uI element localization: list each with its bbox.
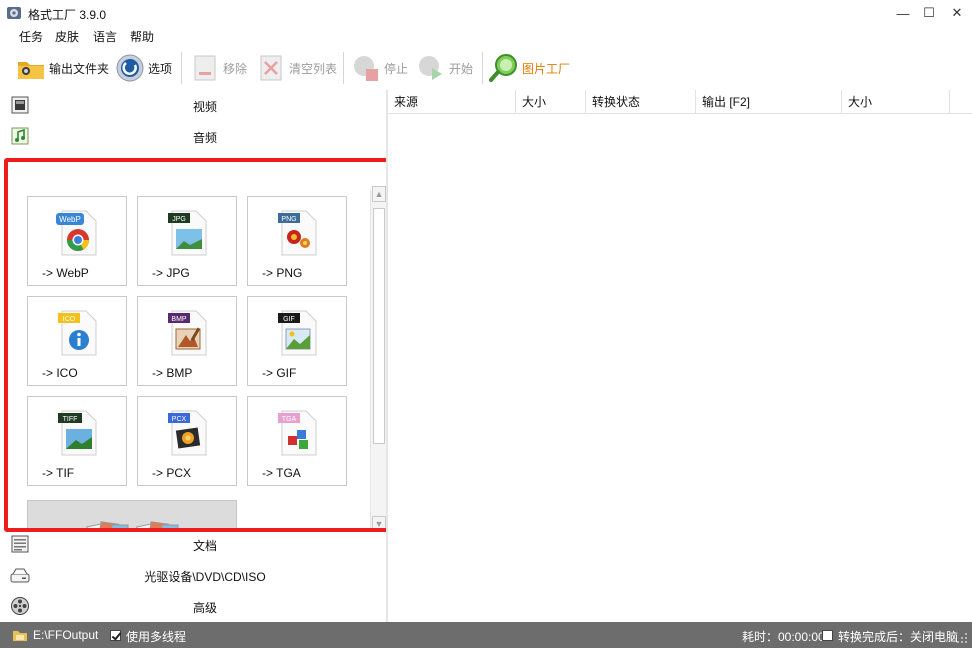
tile-badge: PNG — [281, 216, 296, 223]
convert-to-tif-tile[interactable]: TIFF -> TIF — [27, 396, 127, 486]
toolbar-separator — [343, 52, 344, 84]
tile-label: -> WebP — [42, 266, 89, 280]
column-source[interactable]: 来源 — [388, 90, 516, 114]
start-icon — [419, 56, 442, 80]
toolbar-separator — [181, 52, 182, 84]
gif-file-icon: GIF — [278, 310, 317, 356]
tile-label: -> BMP — [152, 366, 193, 380]
column-output[interactable]: 输出 [F2] — [696, 90, 842, 114]
tile-badge: WebP — [59, 215, 81, 224]
stop-button[interactable]: 停止 — [351, 50, 408, 86]
conversion-tiles: WebP -> WebP JPG -> JPG PNG -> PNG ICO -… — [8, 162, 368, 528]
tile-badge: ICO — [63, 316, 76, 323]
convert-to-png-tile[interactable]: PNG -> PNG — [247, 196, 347, 286]
clear-list-button[interactable]: 清空列表 — [256, 50, 337, 86]
start-button[interactable]: 开始 — [416, 50, 473, 86]
column-size[interactable]: 大小 — [516, 90, 586, 114]
convert-to-tga-tile[interactable]: TGA -> TGA — [247, 396, 347, 486]
pcx-file-icon: PCX — [168, 410, 207, 456]
column-convert-status[interactable]: 转换状态 — [586, 90, 696, 114]
tiles-scrollbar[interactable]: ▲ ▼ — [370, 186, 386, 528]
convert-to-jpg-tile[interactable]: JPG -> JPG — [137, 196, 237, 286]
options-gear-icon — [116, 54, 144, 82]
jpg-file-icon: JPG — [168, 210, 207, 256]
multithread-label: 使用多线程 — [126, 630, 187, 644]
convert-to-ico-tile[interactable]: ICO -> ICO — [27, 296, 127, 386]
convert-to-bmp-tile[interactable]: BMP -> BMP — [137, 296, 237, 386]
menu-skin[interactable]: 皮肤 — [55, 28, 79, 45]
stop-icon — [354, 56, 378, 81]
format-factory-app-icon — [7, 7, 21, 19]
menu-language[interactable]: 语言 — [93, 28, 117, 45]
multithread-checkbox[interactable] — [110, 630, 121, 641]
tile-label: -> TGA — [262, 466, 301, 480]
category-optical-drive[interactable]: 光驱设备\DVD\CD\ISO — [0, 560, 386, 590]
webp-file-icon: WebP — [56, 210, 97, 256]
category-panel: 视频 音频 图片 WebP — [0, 90, 398, 622]
elapsed-time: 耗时：00:00:00 — [742, 630, 825, 644]
output-path[interactable]: E:\FFOutput — [33, 628, 98, 642]
scroll-up-arrow[interactable]: ▲ — [372, 186, 386, 202]
folder-icon — [18, 62, 44, 79]
tile-badge: PCX — [172, 416, 187, 423]
output-folder-button[interactable]: 输出文件夹 — [16, 50, 109, 86]
menu-bar: 任务 皮肤 语言 帮助 — [0, 26, 972, 46]
picture-conversion-panel: WebP -> WebP JPG -> JPG PNG -> PNG ICO -… — [4, 158, 398, 532]
tile-badge: TIFF — [63, 416, 78, 423]
category-document[interactable]: 文档 — [0, 529, 386, 559]
picture-batch-tile[interactable] — [27, 500, 237, 528]
convert-to-pcx-tile[interactable]: PCX -> PCX — [137, 396, 237, 486]
title-bar: 格式工厂 3.9.0 — ☐ ✕ — [0, 0, 972, 26]
tga-file-icon: TGA — [278, 410, 317, 456]
convert-to-webp-tile[interactable]: WebP -> WebP — [27, 196, 127, 286]
tile-label: -> TIF — [42, 466, 75, 480]
tile-label: -> PNG — [262, 266, 303, 280]
scroll-thumb[interactable] — [373, 208, 385, 444]
task-list[interactable]: 来源 大小 转换状态 输出 [F2] 大小 — [388, 90, 972, 622]
bmp-file-icon: BMP — [168, 310, 207, 356]
png-file-icon: PNG — [278, 210, 317, 256]
clear-list-icon — [260, 55, 282, 81]
options-button[interactable]: 选项 — [115, 50, 172, 86]
tile-badge: TGA — [282, 416, 297, 423]
column-output-size[interactable]: 大小 — [842, 90, 950, 114]
window-title: 格式工厂 3.9.0 — [28, 8, 107, 22]
shutdown-after-checkbox[interactable] — [822, 630, 833, 641]
close-button[interactable]: ✕ — [940, 0, 972, 26]
status-bar: E:\FFOutput 使用多线程 耗时：00:00:00 转换完成后：关闭电脑 — [0, 622, 972, 648]
picture-factory-button[interactable]: 图片工厂 — [489, 50, 570, 86]
resize-grip-icon[interactable] — [956, 632, 968, 644]
convert-to-gif-tile[interactable]: GIF -> GIF — [247, 296, 347, 386]
magnifier-icon — [489, 54, 517, 82]
menu-help[interactable]: 帮助 — [130, 28, 154, 45]
shutdown-after-label: 转换完成后：关闭电脑 — [838, 630, 959, 644]
ico-file-icon: ICO — [58, 310, 97, 356]
tile-label: -> PCX — [152, 466, 192, 480]
remove-button[interactable]: 移除 — [190, 50, 247, 86]
tile-label: -> JPG — [152, 266, 190, 280]
toolbar-separator — [482, 52, 483, 84]
category-audio[interactable]: 音频 — [0, 121, 386, 151]
category-advanced[interactable]: 高级 — [0, 591, 386, 621]
category-video[interactable]: 视频 — [0, 90, 386, 120]
tile-label: -> ICO — [42, 366, 78, 380]
menu-tasks[interactable]: 任务 — [19, 28, 43, 45]
remove-icon — [194, 55, 216, 81]
tile-badge: BMP — [171, 316, 187, 323]
tile-badge: GIF — [283, 316, 295, 323]
tile-label: -> GIF — [262, 366, 297, 380]
folder-icon — [13, 631, 27, 641]
tile-badge: JPG — [172, 216, 186, 223]
tiff-file-icon: TIFF — [58, 410, 97, 456]
toolbar: 输出文件夹 选项 移除 清空列表 停止 开始 图片工厂 — [0, 46, 972, 90]
task-list-header: 来源 大小 转换状态 输出 [F2] 大小 — [388, 90, 972, 114]
